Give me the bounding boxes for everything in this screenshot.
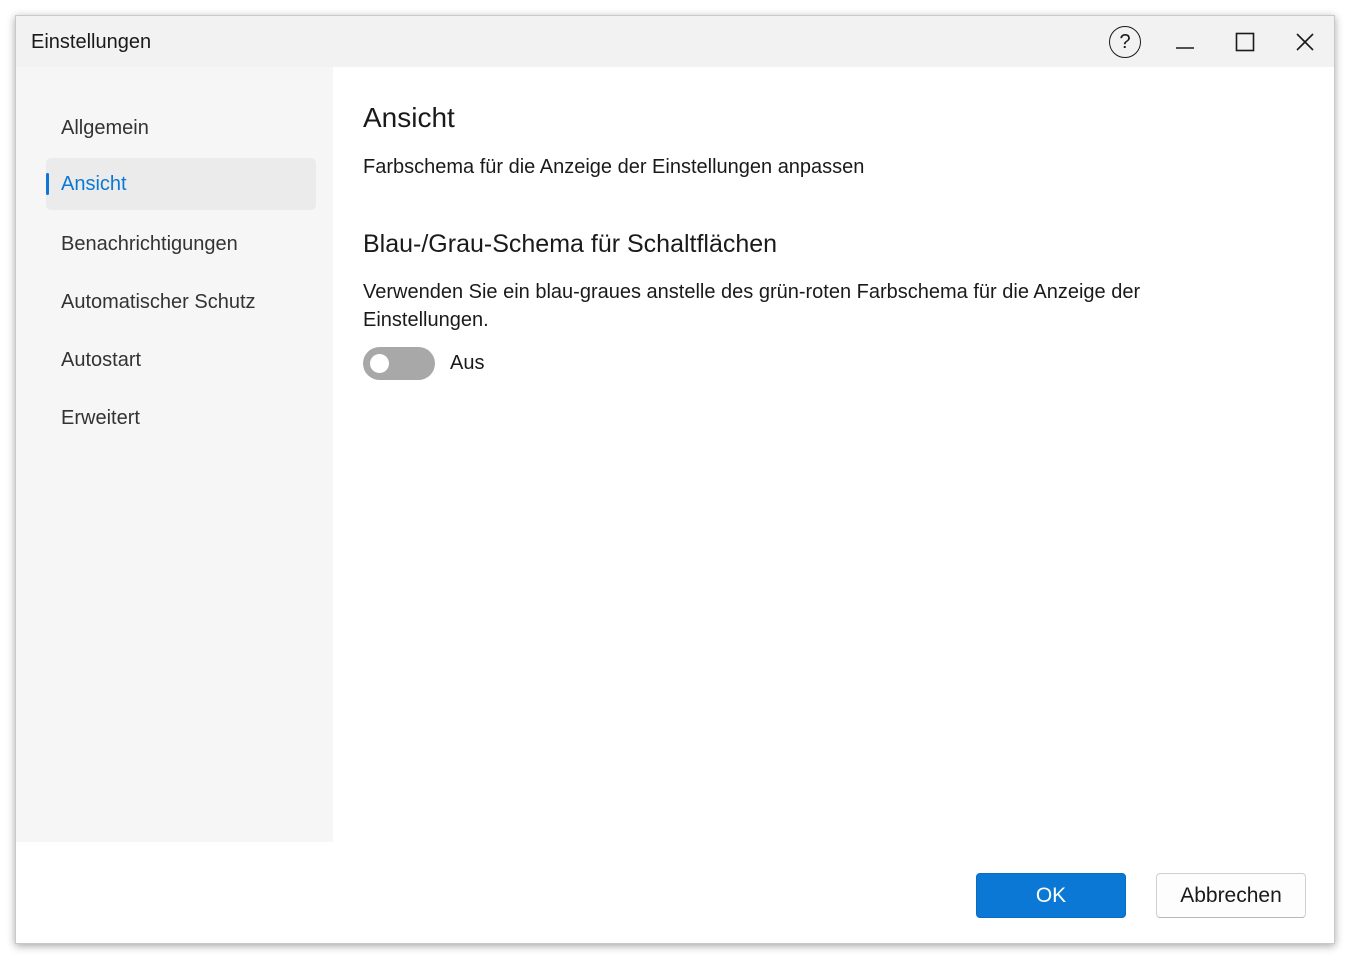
section-description: Verwenden Sie ein blau-graues anstelle d… <box>363 281 1141 331</box>
sidebar-item-allgemein[interactable]: Allgemein <box>46 102 316 154</box>
dialog-footer: OK Abbrechen <box>16 842 1334 943</box>
settings-window: Einstellungen ? Allgemein Ansicht Benach… <box>15 15 1335 944</box>
sidebar-item-label: Automatischer Schutz <box>61 290 256 313</box>
help-icon: ? <box>1109 25 1141 58</box>
cancel-button[interactable]: Abbrechen <box>1156 873 1306 918</box>
sidebar-item-label: Autostart <box>61 348 142 371</box>
content-panel: Ansicht Farbschema für die Anzeige der E… <box>333 67 1334 842</box>
ok-button[interactable]: OK <box>976 873 1126 918</box>
color-scheme-toggle[interactable] <box>363 347 435 380</box>
sidebar-item-label: Ansicht <box>61 172 127 195</box>
sidebar-item-automatischer-schutz[interactable]: Automatischer Schutz <box>46 276 316 328</box>
sidebar-item-autostart[interactable]: Autostart <box>46 334 316 386</box>
toggle-knob <box>370 354 389 373</box>
selection-indicator <box>46 173 49 195</box>
minimize-button[interactable] <box>1155 16 1215 67</box>
page-description: Farbschema für die Anzeige der Einstellu… <box>363 156 865 178</box>
page-title: Ansicht <box>363 102 455 133</box>
close-icon <box>1296 32 1314 51</box>
maximize-icon <box>1235 32 1255 51</box>
minimize-icon <box>1176 46 1194 49</box>
sidebar-item-label: Benachrichtigungen <box>61 232 238 255</box>
sidebar-item-ansicht[interactable]: Ansicht <box>46 158 316 210</box>
close-button[interactable] <box>1275 16 1334 67</box>
title-bar[interactable]: Einstellungen ? <box>16 16 1334 67</box>
maximize-button[interactable] <box>1215 16 1275 67</box>
sidebar-item-benachrichtigungen[interactable]: Benachrichtigungen <box>46 218 316 270</box>
section-title: Blau-/Grau-Schema für Schaltflächen <box>363 230 778 258</box>
sidebar-nav: Allgemein Ansicht Benachrichtigungen Aut… <box>16 67 333 842</box>
sidebar-item-erweitert[interactable]: Erweitert <box>46 392 316 444</box>
window-title: Einstellungen <box>31 31 152 53</box>
toggle-state-label: Aus <box>450 352 485 374</box>
sidebar-item-label: Allgemein <box>61 116 149 139</box>
help-button[interactable]: ? <box>1095 16 1155 67</box>
sidebar-item-label: Erweitert <box>61 406 140 429</box>
